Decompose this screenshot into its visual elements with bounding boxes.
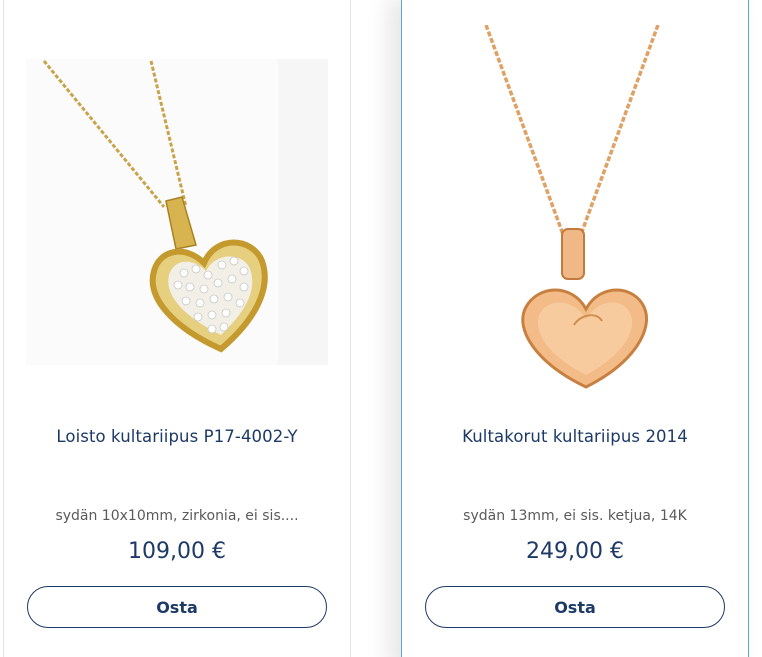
heart-pendant-gold-icon: [484, 25, 660, 389]
product-image[interactable]: [4, 19, 350, 379]
product-title[interactable]: Kultakorut kultariipus 2014: [412, 426, 738, 448]
product-description: sydän 10x10mm, zirkonia, ei sis....: [55, 508, 299, 524]
heart-pendant-zirconia-icon: [26, 59, 328, 365]
product-description: sydän 13mm, ei sis. ketjua, 14K: [463, 508, 687, 524]
product-grid: Loisto kultariipus P17-4002-Y sydän 10x1…: [0, 0, 762, 657]
product-card[interactable]: Loisto kultariipus P17-4002-Y sydän 10x1…: [3, 0, 351, 657]
buy-button[interactable]: Osta: [425, 586, 725, 628]
product-image[interactable]: [402, 19, 748, 389]
product-card[interactable]: Kultakorut kultariipus 2014 sydän 13mm, …: [401, 0, 749, 657]
product-title[interactable]: Loisto kultariipus P17-4002-Y: [14, 426, 340, 448]
product-price: 109,00 €: [128, 539, 226, 564]
buy-button[interactable]: Osta: [27, 586, 327, 628]
product-price: 249,00 €: [526, 539, 624, 564]
